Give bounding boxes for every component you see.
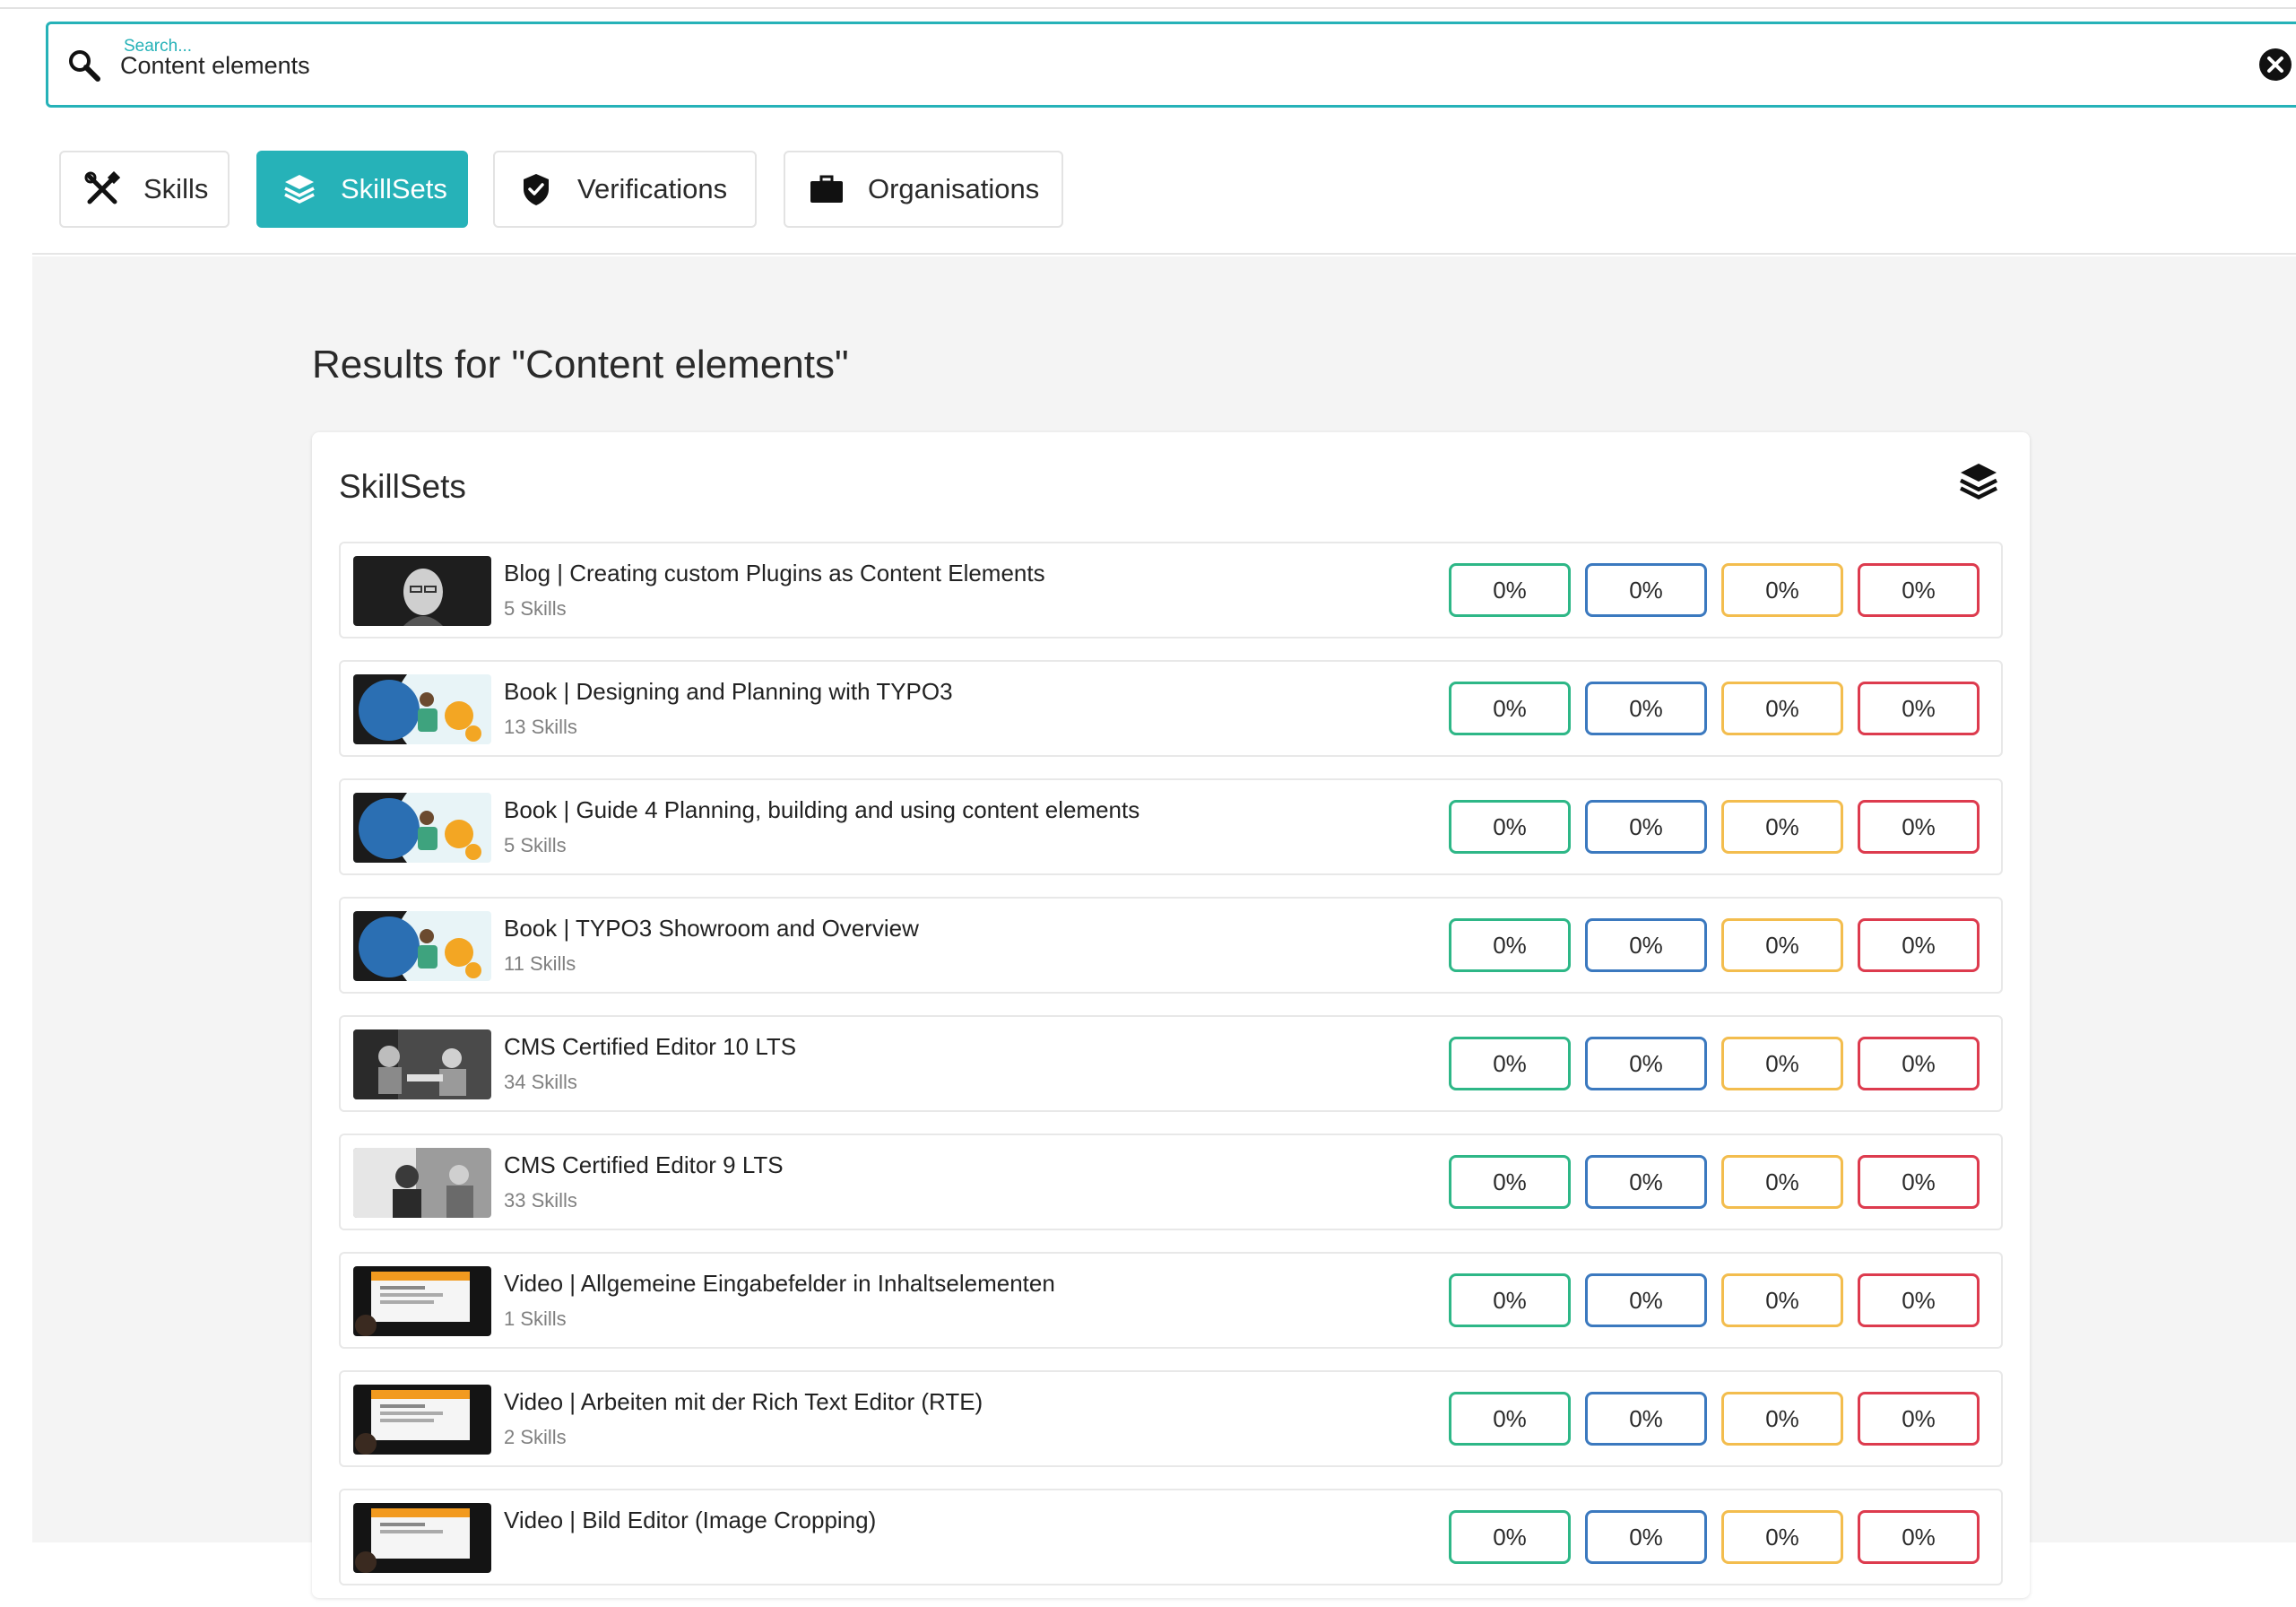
- skill-count: 2 Skills: [504, 1426, 567, 1448]
- progress-badge-amber: 0%: [1721, 1392, 1843, 1446]
- skill-count: 34 Skills: [504, 1071, 577, 1093]
- progress-badge-amber: 0%: [1721, 1273, 1843, 1327]
- progress-badge-green: 0%: [1449, 918, 1571, 972]
- shield-check-icon: [518, 171, 554, 207]
- progress-badge-green: 0%: [1449, 800, 1571, 854]
- progress-badge-blue: 0%: [1585, 918, 1707, 972]
- progress-badge-red: 0%: [1858, 1510, 1980, 1564]
- list-item[interactable]: Book | TYPO3 Showroom and Overview 11 Sk…: [339, 897, 2003, 994]
- results-area: Results for "Content elements" SkillSets: [32, 256, 2296, 1598]
- skillset-thumbnail: [353, 1385, 491, 1455]
- skillset-list: Blog | Creating custom Plugins as Conten…: [339, 542, 2003, 1607]
- tools-icon: [84, 171, 120, 207]
- tab-verifications[interactable]: Verifications: [493, 151, 757, 228]
- progress-badge-amber: 0%: [1721, 563, 1843, 617]
- progress-badge-blue: 0%: [1585, 1273, 1707, 1327]
- tab-skills-label: Skills: [143, 173, 209, 204]
- briefcase-icon: [809, 171, 845, 207]
- skillset-title[interactable]: Blog | Creating custom Plugins as Conten…: [504, 560, 1045, 587]
- progress-badge-amber: 0%: [1721, 918, 1843, 972]
- skillset-thumbnail: [353, 1503, 491, 1573]
- progress-badge-amber: 0%: [1721, 1037, 1843, 1090]
- skillset-thumbnail: [353, 674, 491, 744]
- skillset-title[interactable]: Book | TYPO3 Showroom and Overview: [504, 915, 919, 942]
- progress-badge-red: 0%: [1858, 1155, 1980, 1209]
- progress-badge-red: 0%: [1858, 563, 1980, 617]
- progress-badge-blue: 0%: [1585, 563, 1707, 617]
- skillset-title[interactable]: CMS Certified Editor 10 LTS: [504, 1033, 796, 1061]
- search-input[interactable]: [120, 48, 2182, 83]
- filter-tabs: Skills SkillSets Verifications Organisat…: [32, 122, 2296, 255]
- progress-badge-green: 0%: [1449, 1392, 1571, 1446]
- skillset-thumbnail: [353, 1148, 491, 1218]
- skill-count: 11 Skills: [504, 952, 576, 975]
- top-divider: [0, 7, 2296, 9]
- progress-badge-blue: 0%: [1585, 682, 1707, 735]
- layers-icon: [282, 171, 317, 207]
- list-item[interactable]: Video | Bild Editor (Image Cropping) 0% …: [339, 1489, 2003, 1585]
- progress-badge-blue: 0%: [1585, 1155, 1707, 1209]
- progress-badge-red: 0%: [1858, 1392, 1980, 1446]
- skillsets-card: SkillSets Blog | Creating custom Plugins…: [312, 432, 2030, 1598]
- search-box[interactable]: Search...: [46, 22, 2296, 108]
- skillset-title[interactable]: Video | Arbeiten mit der Rich Text Edito…: [504, 1388, 983, 1416]
- skillset-thumbnail: [353, 1029, 491, 1099]
- tab-skillsets-label: SkillSets: [341, 173, 447, 204]
- skillset-title[interactable]: Video | Allgemeine Eingabefelder in Inha…: [504, 1270, 1055, 1298]
- tab-organisations[interactable]: Organisations: [784, 151, 1063, 228]
- progress-badge-amber: 0%: [1721, 800, 1843, 854]
- list-item[interactable]: CMS Certified Editor 10 LTS 34 Skills 0%…: [339, 1015, 2003, 1112]
- list-item[interactable]: Book | Designing and Planning with TYPO3…: [339, 660, 2003, 757]
- results-heading: Results for "Content elements": [312, 343, 849, 387]
- skillset-thumbnail: [353, 911, 491, 981]
- skill-count: 1 Skills: [504, 1307, 567, 1330]
- tab-skills[interactable]: Skills: [59, 151, 230, 228]
- skill-count: 5 Skills: [504, 597, 567, 620]
- skill-count: 5 Skills: [504, 834, 567, 856]
- progress-badge-green: 0%: [1449, 563, 1571, 617]
- progress-badge-blue: 0%: [1585, 1510, 1707, 1564]
- skillset-title[interactable]: Video | Bild Editor (Image Cropping): [504, 1507, 876, 1534]
- progress-badge-blue: 0%: [1585, 1392, 1707, 1446]
- skillset-thumbnail: [353, 793, 491, 863]
- progress-badge-blue: 0%: [1585, 800, 1707, 854]
- progress-badge-red: 0%: [1858, 800, 1980, 854]
- progress-badge-blue: 0%: [1585, 1037, 1707, 1090]
- progress-badge-amber: 0%: [1721, 1510, 1843, 1564]
- card-title: SkillSets: [339, 468, 466, 505]
- progress-badge-amber: 0%: [1721, 1155, 1843, 1209]
- progress-badge-red: 0%: [1858, 682, 1980, 735]
- progress-badge-red: 0%: [1858, 918, 1980, 972]
- layers-icon: [1956, 459, 2001, 504]
- progress-badge-amber: 0%: [1721, 682, 1843, 735]
- skillset-thumbnail: [353, 1266, 491, 1336]
- progress-badge-red: 0%: [1858, 1037, 1980, 1090]
- progress-badge-green: 0%: [1449, 1510, 1571, 1564]
- progress-badge-red: 0%: [1858, 1273, 1980, 1327]
- skill-count: 33 Skills: [504, 1189, 577, 1212]
- list-item[interactable]: Book | Guide 4 Planning, building and us…: [339, 778, 2003, 875]
- progress-badge-green: 0%: [1449, 682, 1571, 735]
- search-icon: [66, 48, 102, 83]
- skillset-title[interactable]: Book | Designing and Planning with TYPO3: [504, 678, 953, 706]
- list-item[interactable]: Video | Allgemeine Eingabefelder in Inha…: [339, 1252, 2003, 1349]
- skillset-title[interactable]: Book | Guide 4 Planning, building and us…: [504, 796, 1139, 824]
- list-item[interactable]: CMS Certified Editor 9 LTS 33 Skills 0% …: [339, 1134, 2003, 1230]
- tab-verifications-label: Verifications: [577, 173, 728, 204]
- list-item[interactable]: Blog | Creating custom Plugins as Conten…: [339, 542, 2003, 638]
- tab-skillsets[interactable]: SkillSets: [256, 151, 468, 228]
- tab-organisations-label: Organisations: [868, 173, 1040, 204]
- skillset-title[interactable]: CMS Certified Editor 9 LTS: [504, 1151, 784, 1179]
- skill-count: 13 Skills: [504, 716, 577, 738]
- progress-badge-green: 0%: [1449, 1037, 1571, 1090]
- clear-search-icon[interactable]: [2257, 47, 2293, 83]
- list-item[interactable]: Video | Arbeiten mit der Rich Text Edito…: [339, 1370, 2003, 1467]
- skillset-thumbnail: [353, 556, 491, 626]
- progress-badge-green: 0%: [1449, 1273, 1571, 1327]
- progress-badge-green: 0%: [1449, 1155, 1571, 1209]
